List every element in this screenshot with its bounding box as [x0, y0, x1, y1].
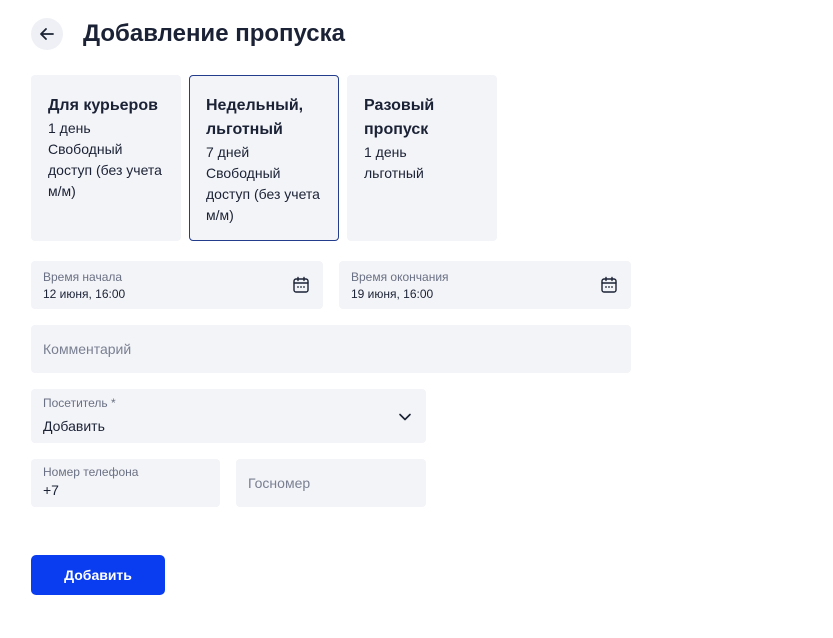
arrow-left-icon	[40, 28, 54, 40]
card-title: пропуск	[364, 121, 429, 138]
end-time-field[interactable]: Время окончания 19 июня, 16:00	[339, 261, 631, 309]
calendar-icon[interactable]	[600, 276, 618, 294]
start-time-label: Время начала	[43, 270, 123, 284]
card-line: м/м)	[206, 207, 234, 223]
plate-number-field[interactable]: Госномер	[236, 459, 426, 507]
card-line: доступ (без учета	[48, 162, 162, 178]
comment-placeholder: Комментарий	[43, 341, 132, 357]
plate-number-placeholder: Госномер	[248, 475, 311, 491]
pass-type-card-one-time[interactable]: Разовый пропуск 1 день льготный	[347, 75, 497, 241]
card-title: Недельный,	[206, 97, 304, 114]
card-title: Для курьеров	[48, 97, 158, 114]
pass-type-card-weekly[interactable]: Недельный, льготный 7 дней Свободный дос…	[189, 75, 339, 241]
card-line: доступ (без учета	[206, 186, 320, 202]
visitor-select[interactable]: Посетитель * Добавить	[31, 389, 426, 443]
start-time-value: 12 июня, 16:00	[43, 287, 126, 301]
end-time-label: Время окончания	[351, 270, 449, 284]
add-button[interactable]: Добавить	[31, 555, 165, 595]
add-pass-page: Добавление пропуска Для курьеров 1 день …	[0, 0, 833, 638]
visitor-label: Посетитель *	[43, 396, 116, 410]
card-title: льготный	[206, 121, 283, 138]
comment-field[interactable]: Комментарий	[31, 325, 631, 373]
card-line: Свободный	[48, 141, 123, 157]
card-line: Свободный	[206, 165, 281, 181]
chevron-down-icon	[399, 413, 411, 421]
card-title: Разовый	[364, 97, 435, 114]
card-line: 1 день	[364, 144, 407, 160]
end-time-value: 19 июня, 16:00	[351, 287, 434, 301]
page-title: Добавление пропуска	[83, 20, 345, 47]
phone-field[interactable]: Номер телефона +7	[31, 459, 220, 507]
phone-label: Номер телефона	[43, 465, 139, 479]
back-button[interactable]	[31, 18, 63, 50]
card-line: 1 день	[48, 120, 91, 136]
visitor-value: Добавить	[43, 418, 105, 434]
calendar-icon[interactable]	[292, 276, 310, 294]
pass-type-card-couriers[interactable]: Для курьеров 1 день Свободный доступ (бе…	[31, 75, 181, 241]
start-time-field[interactable]: Время начала 12 июня, 16:00	[31, 261, 323, 309]
card-line: льготный	[364, 165, 424, 181]
phone-value: +7	[43, 482, 59, 498]
pass-type-cards: Для курьеров 1 день Свободный доступ (бе…	[31, 75, 497, 241]
card-line: 7 дней	[206, 144, 250, 160]
card-line: м/м)	[48, 183, 76, 199]
